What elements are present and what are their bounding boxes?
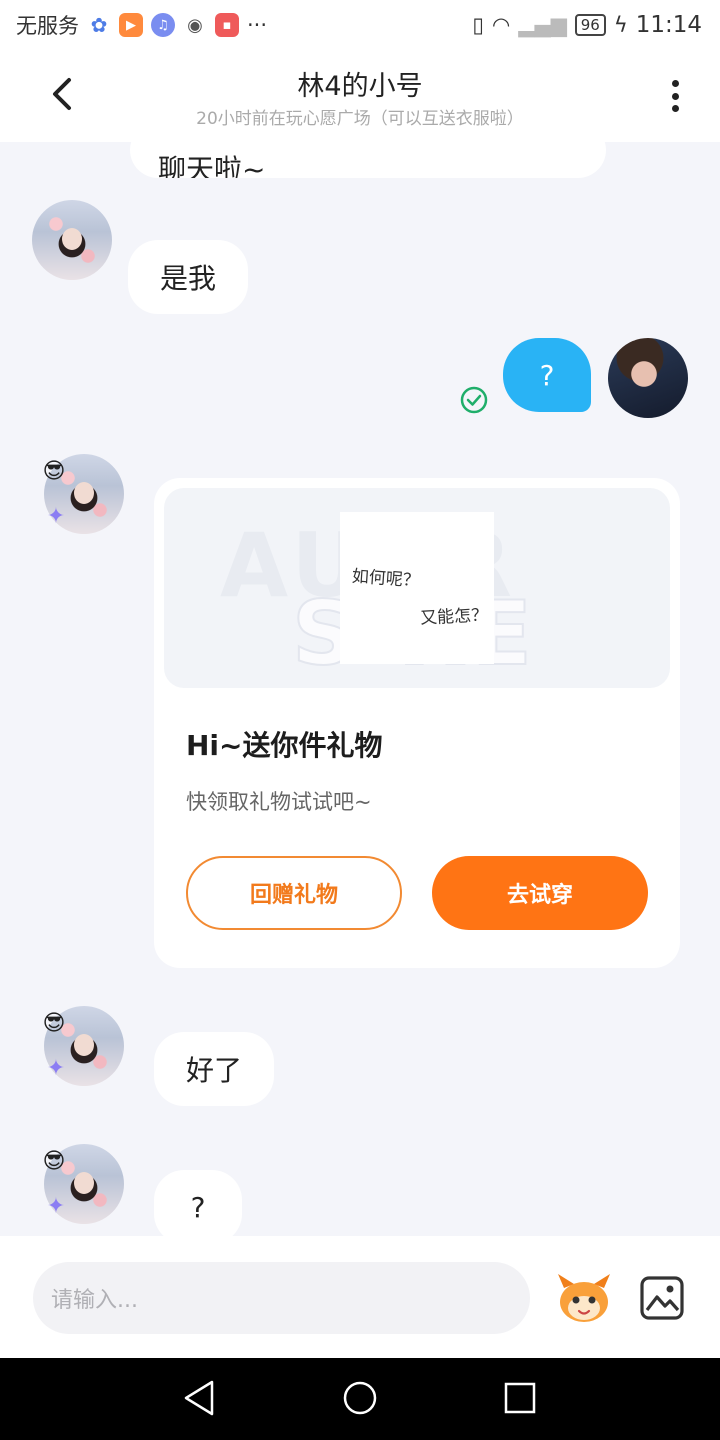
incoming-message-bubble[interactable]: 是我 xyxy=(128,240,248,314)
status-bar-left: 无服务 ✿ ▶ ♫ ◉ ▪ ··· xyxy=(16,10,267,40)
message-text: 聊天啦~ xyxy=(158,153,266,178)
image-picture-icon[interactable] xyxy=(639,1275,685,1321)
input-bar: 请输入... xyxy=(0,1236,720,1358)
paper-text: 又能怎？ xyxy=(419,605,489,629)
gift-card[interactable]: AU IR S RE 如何呢？ 又能怎？ Hi~送你件礼物 快领取礼物试试吧~ … xyxy=(154,478,680,968)
my-avatar[interactable] xyxy=(608,338,688,418)
try-on-button[interactable]: 去试穿 xyxy=(432,856,648,930)
contact-avatar[interactable] xyxy=(32,200,112,280)
contact-name: 林4的小号 xyxy=(297,71,423,102)
gift-paper-note: 如何呢？ 又能怎？ xyxy=(340,512,494,664)
sunglasses-emoji-icon: 😎 xyxy=(42,1011,66,1036)
hotspot-icon: ◉ xyxy=(187,14,203,36)
star-badge-icon: ✦ xyxy=(46,1056,66,1081)
dot xyxy=(671,92,679,100)
video-app-icon: ▶ xyxy=(119,13,143,37)
message-text: 好了 xyxy=(185,1054,242,1087)
paw-app-icon: ✿ xyxy=(90,13,108,37)
sunglasses-emoji-icon: 😎 xyxy=(42,1149,66,1174)
incoming-message-bubble[interactable]: ? xyxy=(154,1170,242,1236)
gift-description: 快领取礼物试试吧~ xyxy=(186,790,372,814)
more-notifications-icon: ··· xyxy=(247,13,268,37)
nav-home-icon[interactable] xyxy=(340,1378,380,1418)
chat-message-list[interactable]: 聊天啦~ 是我 ? 😎 ✦ AU IR S RE 如何呢？ 又能怎？ Hi~送你… xyxy=(0,142,720,1236)
gift-title: Hi~送你件礼物 xyxy=(186,729,383,762)
nav-back-icon[interactable] xyxy=(180,1378,220,1418)
charging-icon: ϟ xyxy=(613,13,628,37)
battery-indicator: 96 xyxy=(574,14,606,36)
paper-text: 如何呢？ xyxy=(351,566,421,592)
carrier-text: 无服务 xyxy=(16,14,79,38)
vibrate-icon: ▯ xyxy=(472,13,484,37)
nav-recents-icon[interactable] xyxy=(500,1378,540,1418)
wifi-icon: ◠ xyxy=(491,13,511,37)
dot xyxy=(671,105,679,112)
message-text: ? xyxy=(539,358,555,392)
star-badge-icon: ✦ xyxy=(46,504,66,529)
message-bubble-partial[interactable]: 聊天啦~ xyxy=(130,142,606,178)
read-check-icon xyxy=(460,386,488,414)
clock-time: 11:14 xyxy=(635,12,702,38)
contact-status: 20小时前在玩心愿广场（可以互送衣服啦） xyxy=(196,109,524,129)
red-app-icon: ▪ xyxy=(215,13,239,37)
system-navigation-bar xyxy=(0,1358,720,1440)
message-text: 是我 xyxy=(159,262,216,295)
message-text: ? xyxy=(190,1190,206,1224)
gift-image: AU IR S RE 如何呢？ 又能怎？ xyxy=(164,488,670,688)
star-badge-icon: ✦ xyxy=(46,1194,66,1219)
sunglasses-emoji-icon: 😎 xyxy=(42,459,66,484)
music-app-icon: ♫ xyxy=(151,13,175,37)
vertical-dots-icon xyxy=(671,80,679,87)
status-bar: 无服务 ✿ ▶ ♫ ◉ ▪ ··· ▯ ◠ ▂▄▆ 96 ϟ 11:14 xyxy=(0,0,720,50)
incoming-message-bubble[interactable]: 好了 xyxy=(154,1032,274,1106)
message-input[interactable]: 请输入... xyxy=(33,1262,530,1334)
return-gift-button[interactable]: 回赠礼物 xyxy=(186,856,402,930)
status-bar-right: ▯ ◠ ▂▄▆ 96 ϟ 11:14 xyxy=(472,12,702,38)
signal-icon: ▂▄▆ xyxy=(518,13,567,37)
input-placeholder: 请输入... xyxy=(51,1288,138,1313)
outgoing-message-bubble[interactable]: ? xyxy=(503,338,591,412)
chat-header: 林4的小号 20小时前在玩心愿广场（可以互送衣服啦） xyxy=(0,50,720,142)
mascot-emoji-icon[interactable] xyxy=(554,1272,614,1324)
more-options-button[interactable] xyxy=(660,76,690,116)
